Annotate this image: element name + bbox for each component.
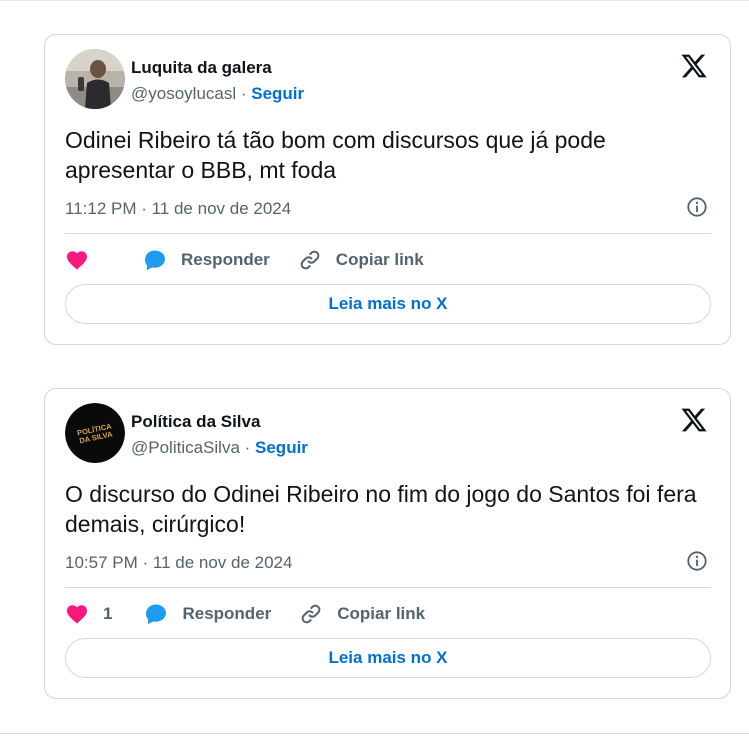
follow-link[interactable]: Seguir — [251, 84, 304, 103]
copy-link-label: Copiar link — [337, 604, 426, 623]
handle[interactable]: @yosoylucasl — [131, 84, 236, 103]
separator: · — [239, 438, 256, 457]
reply-button[interactable]: Responder — [143, 248, 270, 272]
like-button[interactable] — [65, 248, 103, 272]
like-button[interactable]: 1 — [65, 602, 112, 626]
tweet-text: Odinei Ribeiro tá tão bom com discursos … — [65, 127, 606, 183]
x-logo-icon[interactable] — [680, 406, 708, 434]
copy-link-label: Copiar link — [335, 250, 424, 269]
read-more-button[interactable]: Leia mais no X — [65, 638, 711, 678]
tweet-card: Luquita da galera @yosoylucasl · Seguir … — [44, 34, 731, 345]
like-count: 1 — [103, 604, 113, 623]
heart-icon — [67, 605, 87, 624]
reply-bubble-icon — [145, 250, 165, 270]
reply-label: Responder — [181, 250, 270, 269]
handle-line: @yosoylucasl · Seguir — [131, 84, 304, 104]
timestamp[interactable]: 10:57 PM · 11 de nov de 2024 — [65, 553, 292, 573]
timestamp[interactable]: 11:12 PM · 11 de nov de 2024 — [65, 199, 291, 219]
avatar[interactable]: POLÍTICA DA SILVA — [65, 403, 125, 463]
reply-label: Responder — [182, 604, 272, 623]
link-chain-icon — [300, 250, 320, 270]
follow-link[interactable]: Seguir — [255, 438, 308, 457]
info-icon[interactable] — [686, 196, 708, 218]
info-icon[interactable] — [686, 550, 708, 572]
copy-link-button[interactable]: Copiar link — [299, 602, 425, 626]
display-name[interactable]: Luquita da galera — [131, 58, 272, 78]
heart-icon — [67, 251, 87, 270]
divider — [65, 587, 711, 588]
display-name[interactable]: Política da Silva — [131, 412, 260, 432]
action-bar: 1 Responder Copiar link — [65, 600, 425, 628]
link-chain-icon — [301, 604, 321, 624]
copy-link-button[interactable]: Copiar link — [298, 248, 424, 272]
read-more-button[interactable]: Leia mais no X — [65, 284, 711, 324]
handle[interactable]: @PoliticaSilva — [131, 438, 240, 457]
reply-button[interactable]: Responder — [144, 602, 271, 626]
user-photo-avatar-icon — [65, 49, 125, 109]
separator: · — [236, 84, 252, 103]
divider — [65, 233, 711, 234]
tweet-text: O discurso do Odinei Ribeiro no fim do j… — [65, 481, 697, 537]
reply-bubble-icon — [146, 604, 167, 624]
handle-line: @PoliticaSilva · Seguir — [131, 438, 308, 458]
politica-da-silva-logo-icon: POLÍTICA DA SILVA — [65, 403, 125, 463]
top-rule — [0, 0, 749, 1]
avatar[interactable] — [65, 49, 125, 109]
tweet-card: POLÍTICA DA SILVA Política da Silva @Pol… — [44, 388, 731, 699]
x-logo-icon[interactable] — [680, 52, 708, 80]
bottom-rule — [0, 733, 749, 734]
action-bar: Responder Copiar link — [65, 246, 424, 274]
